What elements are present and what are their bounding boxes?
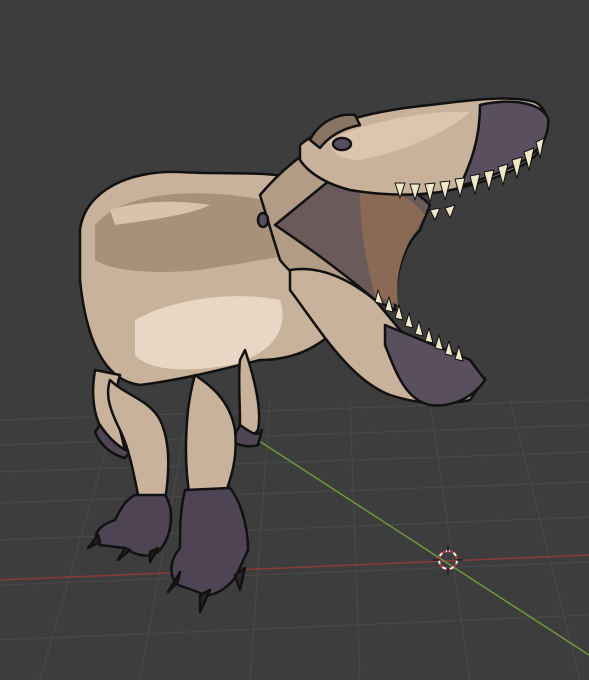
viewport-canvas[interactable] — [0, 0, 589, 680]
dinosaur-model[interactable] — [78, 97, 550, 614]
foot-left — [94, 493, 173, 557]
3d-viewport[interactable] — [0, 0, 589, 680]
floor-grid — [0, 399, 589, 680]
eye-left — [256, 211, 270, 229]
x-axis-line — [0, 554, 589, 581]
eye-right — [331, 136, 353, 152]
leg-right — [184, 373, 237, 500]
